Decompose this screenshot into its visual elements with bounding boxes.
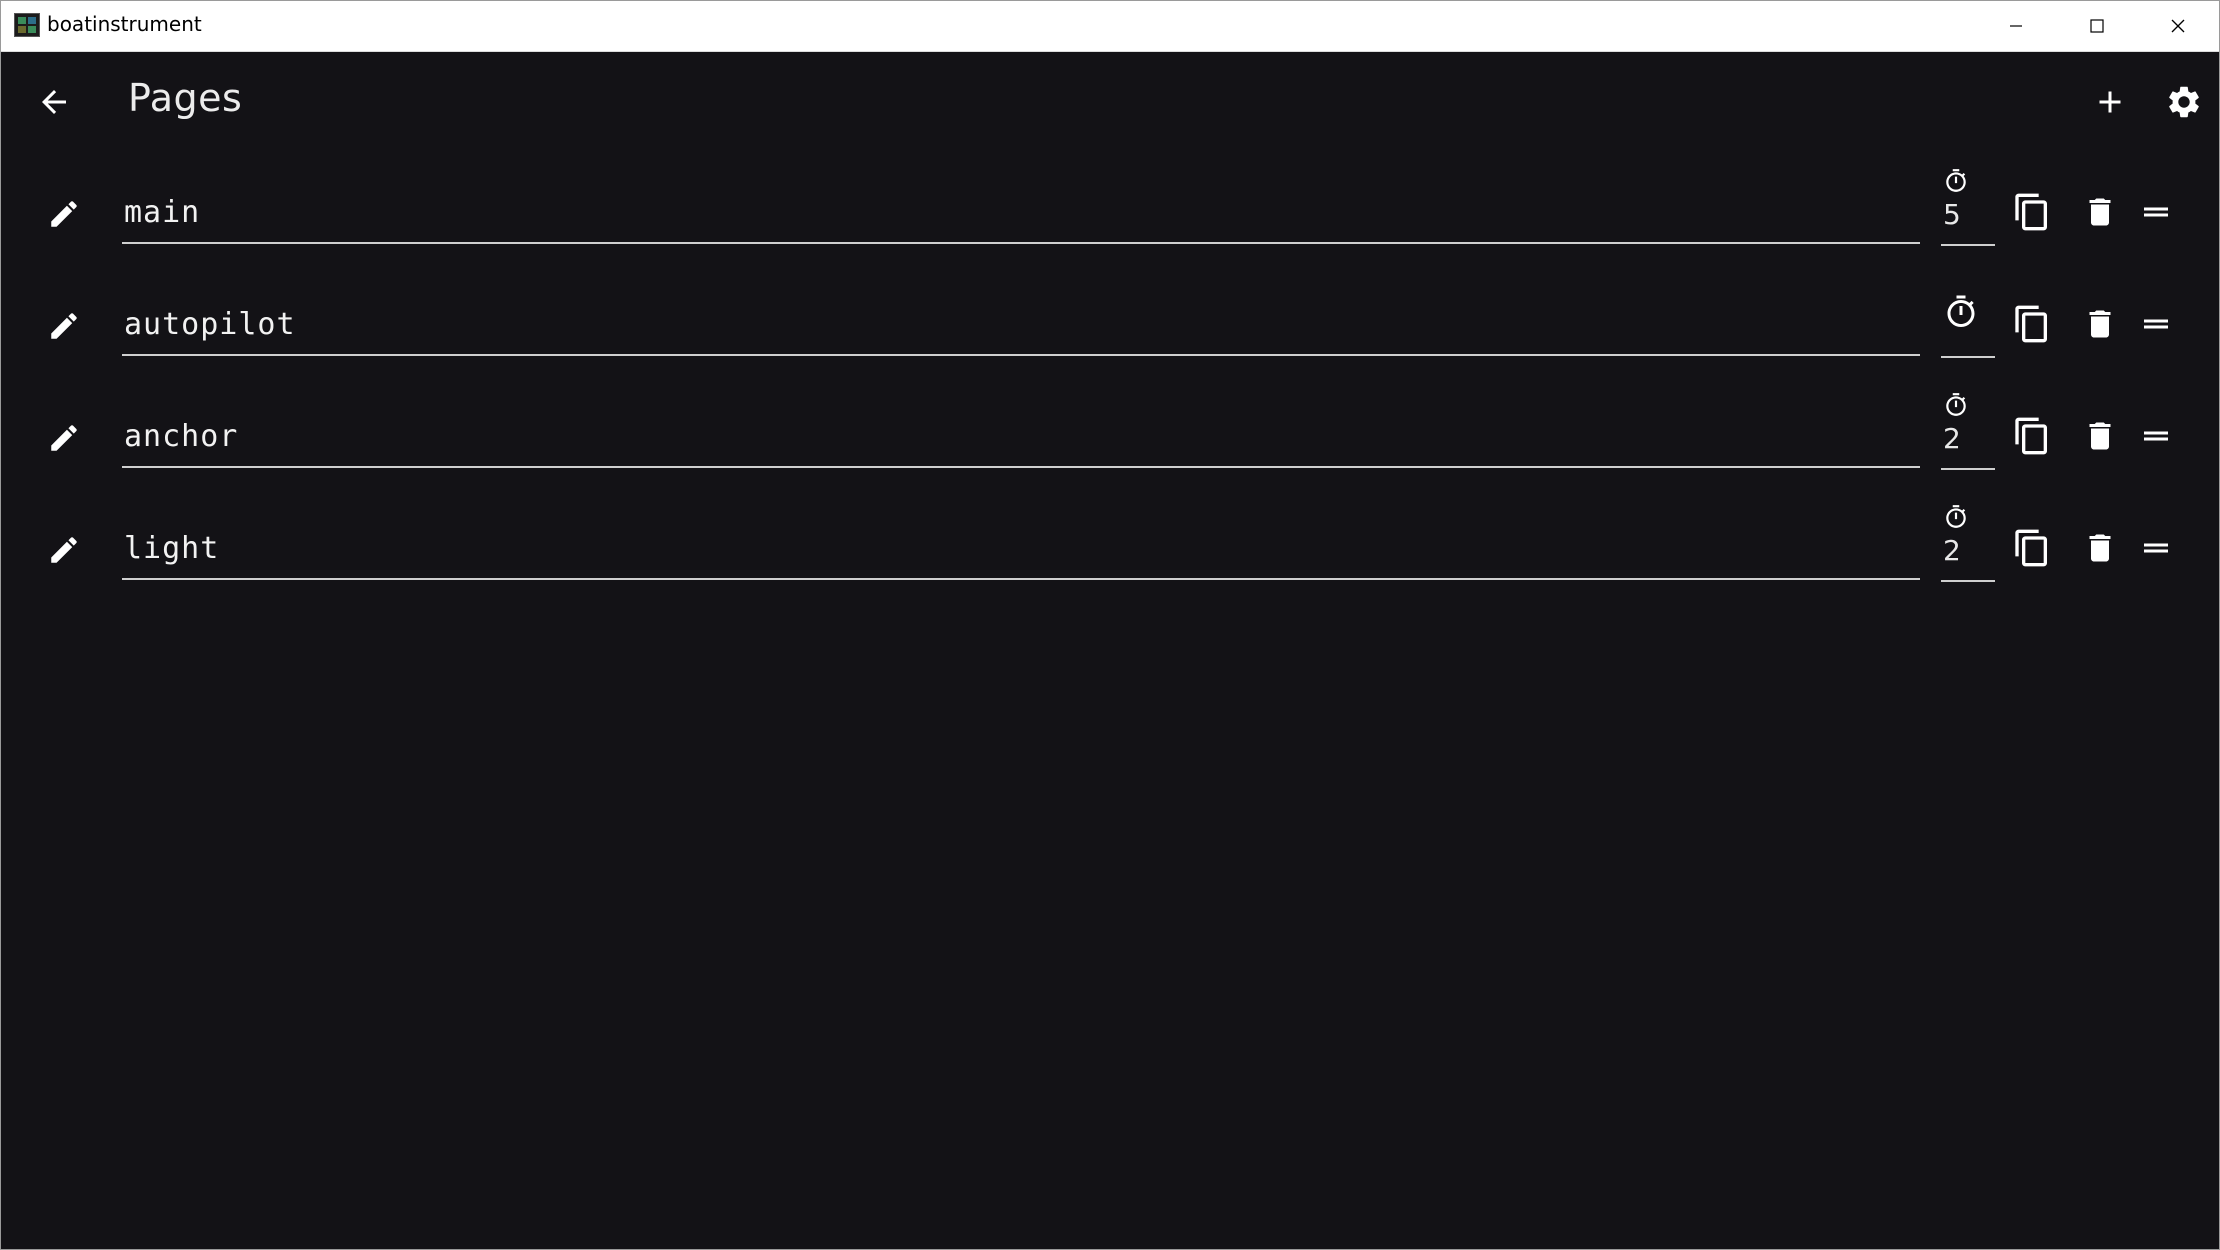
page-timeout-field[interactable]: 2 xyxy=(1941,500,1995,582)
edit-page-button[interactable] xyxy=(40,302,88,350)
page-timeout-field[interactable]: 2 xyxy=(1941,388,1995,470)
drag-handle-icon xyxy=(2144,207,2168,217)
timer-icon xyxy=(1946,393,1966,416)
delete-icon xyxy=(2089,310,2111,338)
copy-icon xyxy=(2015,305,2047,343)
delete-icon xyxy=(2089,422,2111,450)
copy-page-button[interactable] xyxy=(2008,300,2056,348)
copy-icon xyxy=(2015,193,2047,231)
page-row-light: 2 xyxy=(2,500,2218,612)
close-icon xyxy=(2171,19,2185,33)
timer-icon xyxy=(1947,295,1975,327)
page-timeout-value: 2 xyxy=(1943,422,1961,455)
page-row-main: 5 xyxy=(2,164,2218,276)
settings-icon xyxy=(2169,86,2199,118)
edit-page-button[interactable] xyxy=(40,526,88,574)
edit-icon xyxy=(51,201,77,227)
add-page-button[interactable] xyxy=(2086,78,2134,126)
maximize-button[interactable] xyxy=(2056,0,2138,52)
edit-icon xyxy=(51,425,77,451)
page-name-input[interactable] xyxy=(122,182,1920,244)
close-button[interactable] xyxy=(2137,0,2219,52)
drag-handle[interactable] xyxy=(2132,300,2180,348)
page-name-input[interactable] xyxy=(122,406,1920,468)
edit-icon xyxy=(51,537,77,563)
copy-icon xyxy=(2015,417,2047,455)
drag-handle[interactable] xyxy=(2132,412,2180,460)
delete-icon xyxy=(2089,198,2111,226)
arrow-back-icon xyxy=(42,90,66,114)
timer-icon xyxy=(1946,169,1966,192)
add-icon xyxy=(2099,91,2121,113)
page-row-autopilot xyxy=(2,276,2218,388)
delete-page-button[interactable] xyxy=(2076,188,2124,236)
page-name-input[interactable] xyxy=(122,294,1920,356)
drag-handle-icon xyxy=(2144,431,2168,441)
drag-handle-icon xyxy=(2144,543,2168,553)
app-icon xyxy=(14,13,40,37)
drag-handle-icon xyxy=(2144,319,2168,329)
timer-icon xyxy=(1946,505,1966,528)
page-timeout-value: 5 xyxy=(1943,198,1961,231)
copy-page-button[interactable] xyxy=(2008,412,2056,460)
page-row-anchor: 2 xyxy=(2,388,2218,500)
window-title: boatinstrument xyxy=(47,12,202,36)
maximize-icon xyxy=(2090,19,2104,33)
page-timeout-value: 2 xyxy=(1943,534,1961,567)
delete-page-button[interactable] xyxy=(2076,412,2124,460)
edit-icon xyxy=(51,313,77,339)
copy-page-button[interactable] xyxy=(2008,188,2056,236)
copy-icon xyxy=(2015,529,2047,567)
drag-handle[interactable] xyxy=(2132,524,2180,572)
back-button[interactable] xyxy=(30,78,78,126)
page-title: Pages xyxy=(128,76,243,120)
edit-page-button[interactable] xyxy=(40,190,88,238)
delete-page-button[interactable] xyxy=(2076,524,2124,572)
page-timeout-field[interactable] xyxy=(1941,276,1995,358)
delete-icon xyxy=(2089,534,2111,562)
settings-button[interactable] xyxy=(2160,78,2208,126)
drag-handle[interactable] xyxy=(2132,188,2180,236)
app-content: Pages 5 xyxy=(2,52,2218,1248)
copy-page-button[interactable] xyxy=(2008,524,2056,572)
minimize-button[interactable] xyxy=(1975,0,2057,52)
window-title-bar: boatinstrument xyxy=(0,0,2220,52)
page-name-input[interactable] xyxy=(122,518,1920,580)
page-timeout-field[interactable]: 5 xyxy=(1941,164,1995,246)
minimize-icon xyxy=(2010,25,2022,27)
edit-page-button[interactable] xyxy=(40,414,88,462)
delete-page-button[interactable] xyxy=(2076,300,2124,348)
